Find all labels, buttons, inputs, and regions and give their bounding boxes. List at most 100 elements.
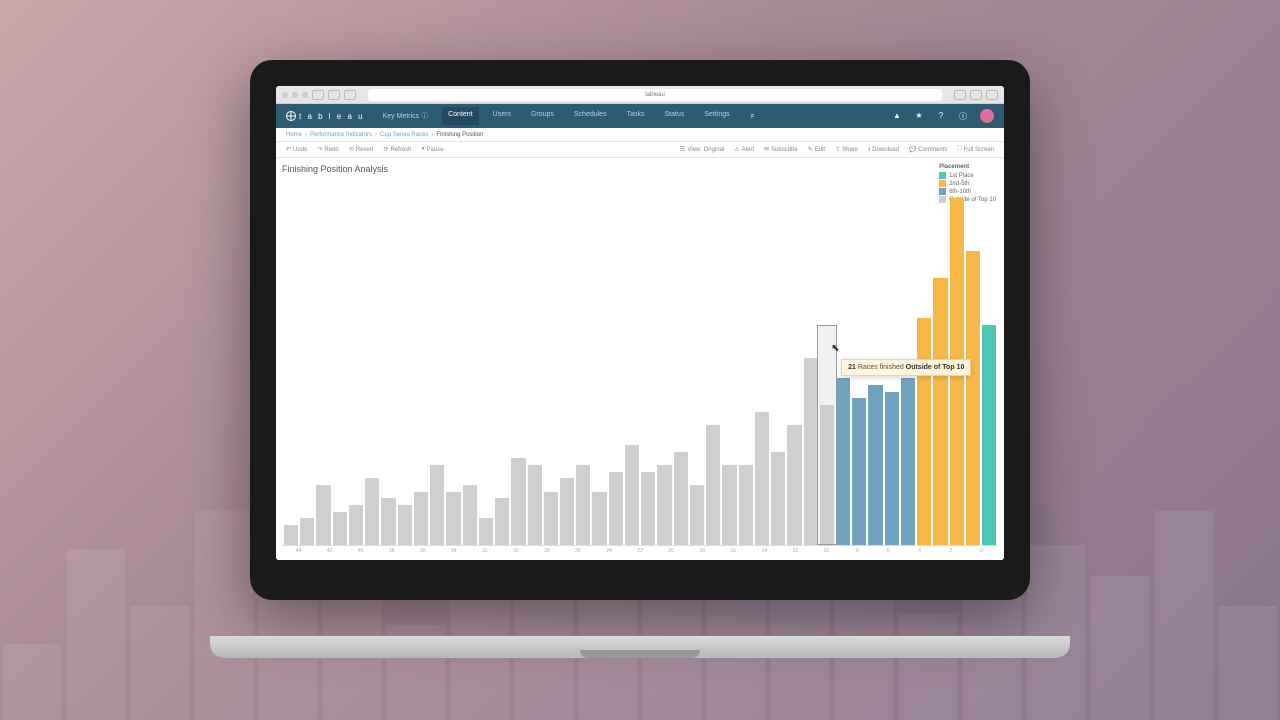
app-nav: t a b l e a u Key Metrics ⓘ Content Users G… xyxy=(276,104,1004,128)
bar[interactable] xyxy=(852,398,866,545)
alerts-icon[interactable]: ▲ xyxy=(892,111,902,121)
tool-revert[interactable]: ⟲Revert xyxy=(349,146,374,153)
bar[interactable] xyxy=(592,492,606,545)
bar[interactable] xyxy=(868,385,882,545)
bar[interactable] xyxy=(966,251,980,545)
tool-icon: ⟲ xyxy=(349,146,354,153)
help-icon[interactable]: ? xyxy=(936,111,946,121)
breadcrumb-sep-icon: › xyxy=(305,132,307,138)
bar[interactable] xyxy=(300,518,314,545)
tool-icon: ↷ xyxy=(317,146,322,153)
tool-pause[interactable]: ⏸Pause xyxy=(422,146,444,153)
nav-item-tasks[interactable]: Tasks xyxy=(621,107,651,125)
bar[interactable] xyxy=(690,485,704,545)
nav-item-schedules[interactable]: Schedules xyxy=(568,107,613,125)
bar[interactable] xyxy=(495,498,509,545)
avatar[interactable] xyxy=(980,109,994,123)
bar[interactable] xyxy=(398,505,412,545)
bar[interactable] xyxy=(316,485,330,545)
nav-item-settings[interactable]: Settings xyxy=(698,107,735,125)
bar[interactable] xyxy=(933,278,947,545)
window-zoom-icon[interactable] xyxy=(302,92,308,98)
bar[interactable] xyxy=(446,492,460,545)
breadcrumb-link[interactable]: Home xyxy=(286,132,302,138)
x-tick: 16 xyxy=(719,548,748,554)
bar[interactable] xyxy=(528,465,542,545)
nav-item-groups[interactable]: Groups xyxy=(525,107,560,125)
tool-full-screen[interactable]: ⛶Full Screen xyxy=(957,145,994,155)
info-icon[interactable]: ⓘ xyxy=(958,111,968,121)
bar[interactable] xyxy=(365,478,379,545)
bar[interactable] xyxy=(349,505,363,545)
bar[interactable] xyxy=(284,525,298,545)
bar[interactable] xyxy=(430,465,444,545)
url-bar[interactable]: tableau xyxy=(368,89,942,101)
window-close-icon[interactable] xyxy=(282,92,288,98)
favorites-icon[interactable]: ★ xyxy=(914,111,924,121)
breadcrumb-link[interactable]: Performance Indicators xyxy=(310,132,372,138)
bar[interactable] xyxy=(576,465,590,545)
bar[interactable] xyxy=(706,425,720,545)
bar[interactable] xyxy=(755,412,769,545)
bar[interactable] xyxy=(771,452,785,545)
breadcrumb-sep-icon: › xyxy=(431,132,433,138)
tool-icon: ⛶ xyxy=(957,146,961,153)
chart-area[interactable]: ⬉ 21 Races finished Outside of Top 10 xyxy=(282,178,998,546)
bar[interactable] xyxy=(479,518,493,545)
bar[interactable] xyxy=(463,485,477,545)
bar[interactable] xyxy=(625,445,639,545)
bar[interactable] xyxy=(511,458,525,545)
bar[interactable] xyxy=(381,498,395,545)
breadcrumb: Home›Performance Indicators›Cup Series R… xyxy=(276,128,1004,142)
nav-item-users[interactable]: Users xyxy=(487,107,517,125)
bar[interactable] xyxy=(804,358,818,545)
window-minimize-icon[interactable] xyxy=(292,92,298,98)
tool-refresh[interactable]: ⟳Refresh xyxy=(383,146,411,153)
nav-item-key-metrics-[interactable]: Key Metrics ⓘ xyxy=(377,107,435,125)
tool-redo[interactable]: ↷Redo xyxy=(317,146,338,153)
bar[interactable] xyxy=(885,392,899,545)
x-tick: 34 xyxy=(439,548,468,554)
bar[interactable] xyxy=(917,318,931,545)
bar[interactable] xyxy=(739,465,753,545)
search-icon[interactable]: ⌕ xyxy=(748,111,758,121)
breadcrumb-link[interactable]: Cup Series Races xyxy=(380,132,428,138)
bar[interactable] xyxy=(901,378,915,545)
x-tick: 38 xyxy=(377,548,406,554)
brand-logo[interactable]: t a b l e a u xyxy=(286,111,365,121)
bar[interactable] xyxy=(657,465,671,545)
chart-title: Finishing Position Analysis xyxy=(282,164,998,174)
tool-edit[interactable]: ✎Edit xyxy=(808,145,825,155)
sidebar-toggle-icon[interactable] xyxy=(312,90,324,100)
bar[interactable] xyxy=(836,378,850,545)
tool-share[interactable]: ⇪Share xyxy=(835,145,858,155)
bar[interactable] xyxy=(544,492,558,545)
tool-view-original[interactable]: ☰View: Original xyxy=(680,145,724,155)
bar[interactable] xyxy=(609,472,623,545)
tool-icon: ⚠ xyxy=(734,146,739,153)
tooltip-mid: Races finished xyxy=(858,364,904,371)
chart-content: Finishing Position Analysis Placement 1s… xyxy=(276,158,1004,560)
tool-subscribe[interactable]: ✉Subscribe xyxy=(764,145,798,155)
tabs-icon[interactable] xyxy=(986,90,998,100)
bar[interactable] xyxy=(722,465,736,545)
bar[interactable] xyxy=(787,425,801,545)
bar[interactable] xyxy=(414,492,428,545)
bar[interactable] xyxy=(982,325,996,545)
tool-alert[interactable]: ⚠Alert xyxy=(734,145,754,155)
tool-comments[interactable]: 💬Comments xyxy=(909,145,948,155)
bar[interactable] xyxy=(674,452,688,545)
bar[interactable] xyxy=(560,478,574,545)
reader-icon[interactable] xyxy=(954,90,966,100)
share-icon[interactable] xyxy=(970,90,982,100)
back-button[interactable] xyxy=(328,90,340,100)
nav-item-status[interactable]: Status xyxy=(659,107,691,125)
tool-download[interactable]: ⭳Download xyxy=(868,145,899,155)
bar[interactable] xyxy=(641,472,655,545)
bar[interactable] xyxy=(333,512,347,545)
nav-item-content[interactable]: Content xyxy=(442,107,479,125)
legend-title: Placement xyxy=(939,164,996,170)
screen: tableau t a b l e a u Key Metrics ⓘ Conte… xyxy=(276,86,1004,560)
forward-button[interactable] xyxy=(344,90,356,100)
tool-undo[interactable]: ↶Undo xyxy=(286,146,307,153)
